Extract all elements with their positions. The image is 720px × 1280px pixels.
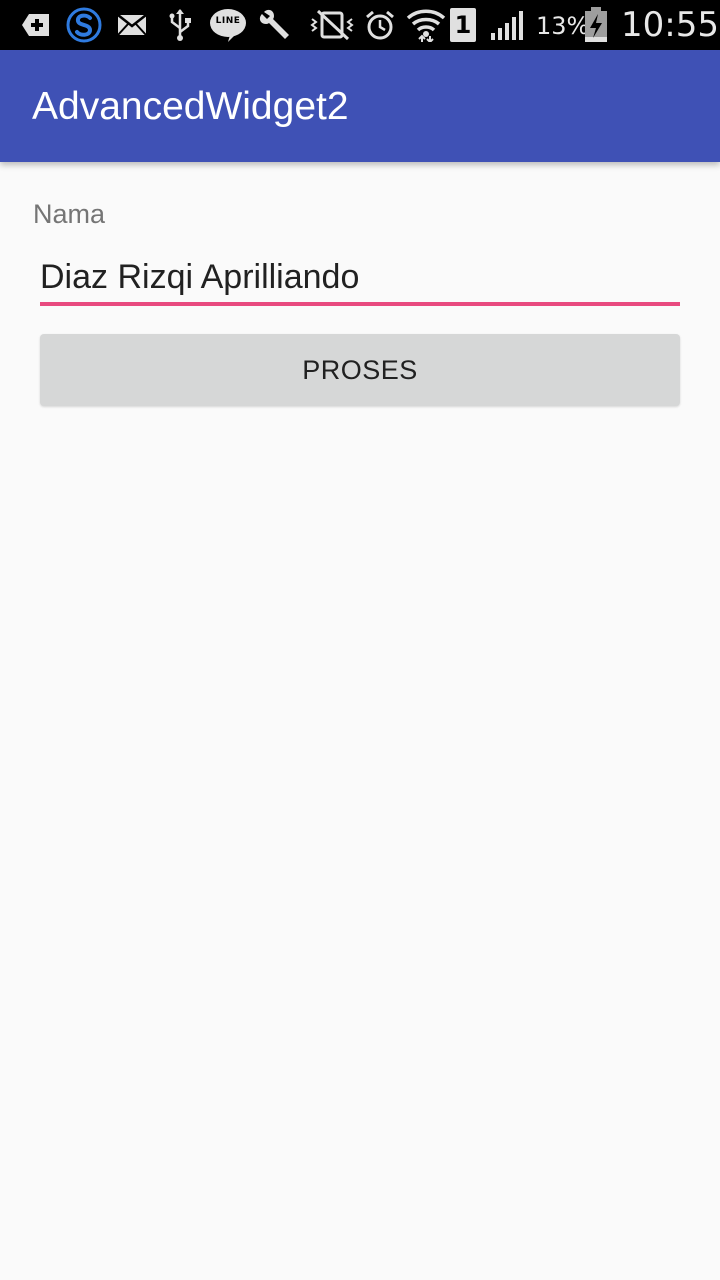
- mail-icon: [116, 9, 148, 41]
- s-app-icon: [66, 7, 102, 43]
- sim-slot-number: 1: [454, 11, 472, 39]
- main-content: Nama PROSES: [0, 162, 720, 1280]
- sim-1-icon: 1: [450, 8, 476, 42]
- signal-icon: [490, 9, 524, 41]
- wrench-icon: [258, 9, 292, 41]
- battery-charging-icon: [584, 7, 608, 42]
- alarm-icon: [364, 9, 396, 41]
- nama-label: Nama: [33, 199, 106, 229]
- vibrate-mute-icon: [308, 9, 356, 41]
- clock: 10:55: [621, 5, 719, 45]
- line-app-label: LINE: [215, 16, 241, 26]
- app-title: AdvancedWidget2: [32, 85, 349, 128]
- wifi-icon: [406, 9, 446, 42]
- app-bar: AdvancedWidget2: [0, 50, 720, 162]
- proses-button[interactable]: PROSES: [40, 334, 680, 406]
- battery-percent: 13%: [536, 12, 590, 40]
- add-box-icon: [20, 9, 52, 41]
- status-bar: LINE 1 13% 10:55: [0, 0, 720, 50]
- usb-icon: [166, 9, 194, 41]
- nama-input[interactable]: [40, 252, 680, 306]
